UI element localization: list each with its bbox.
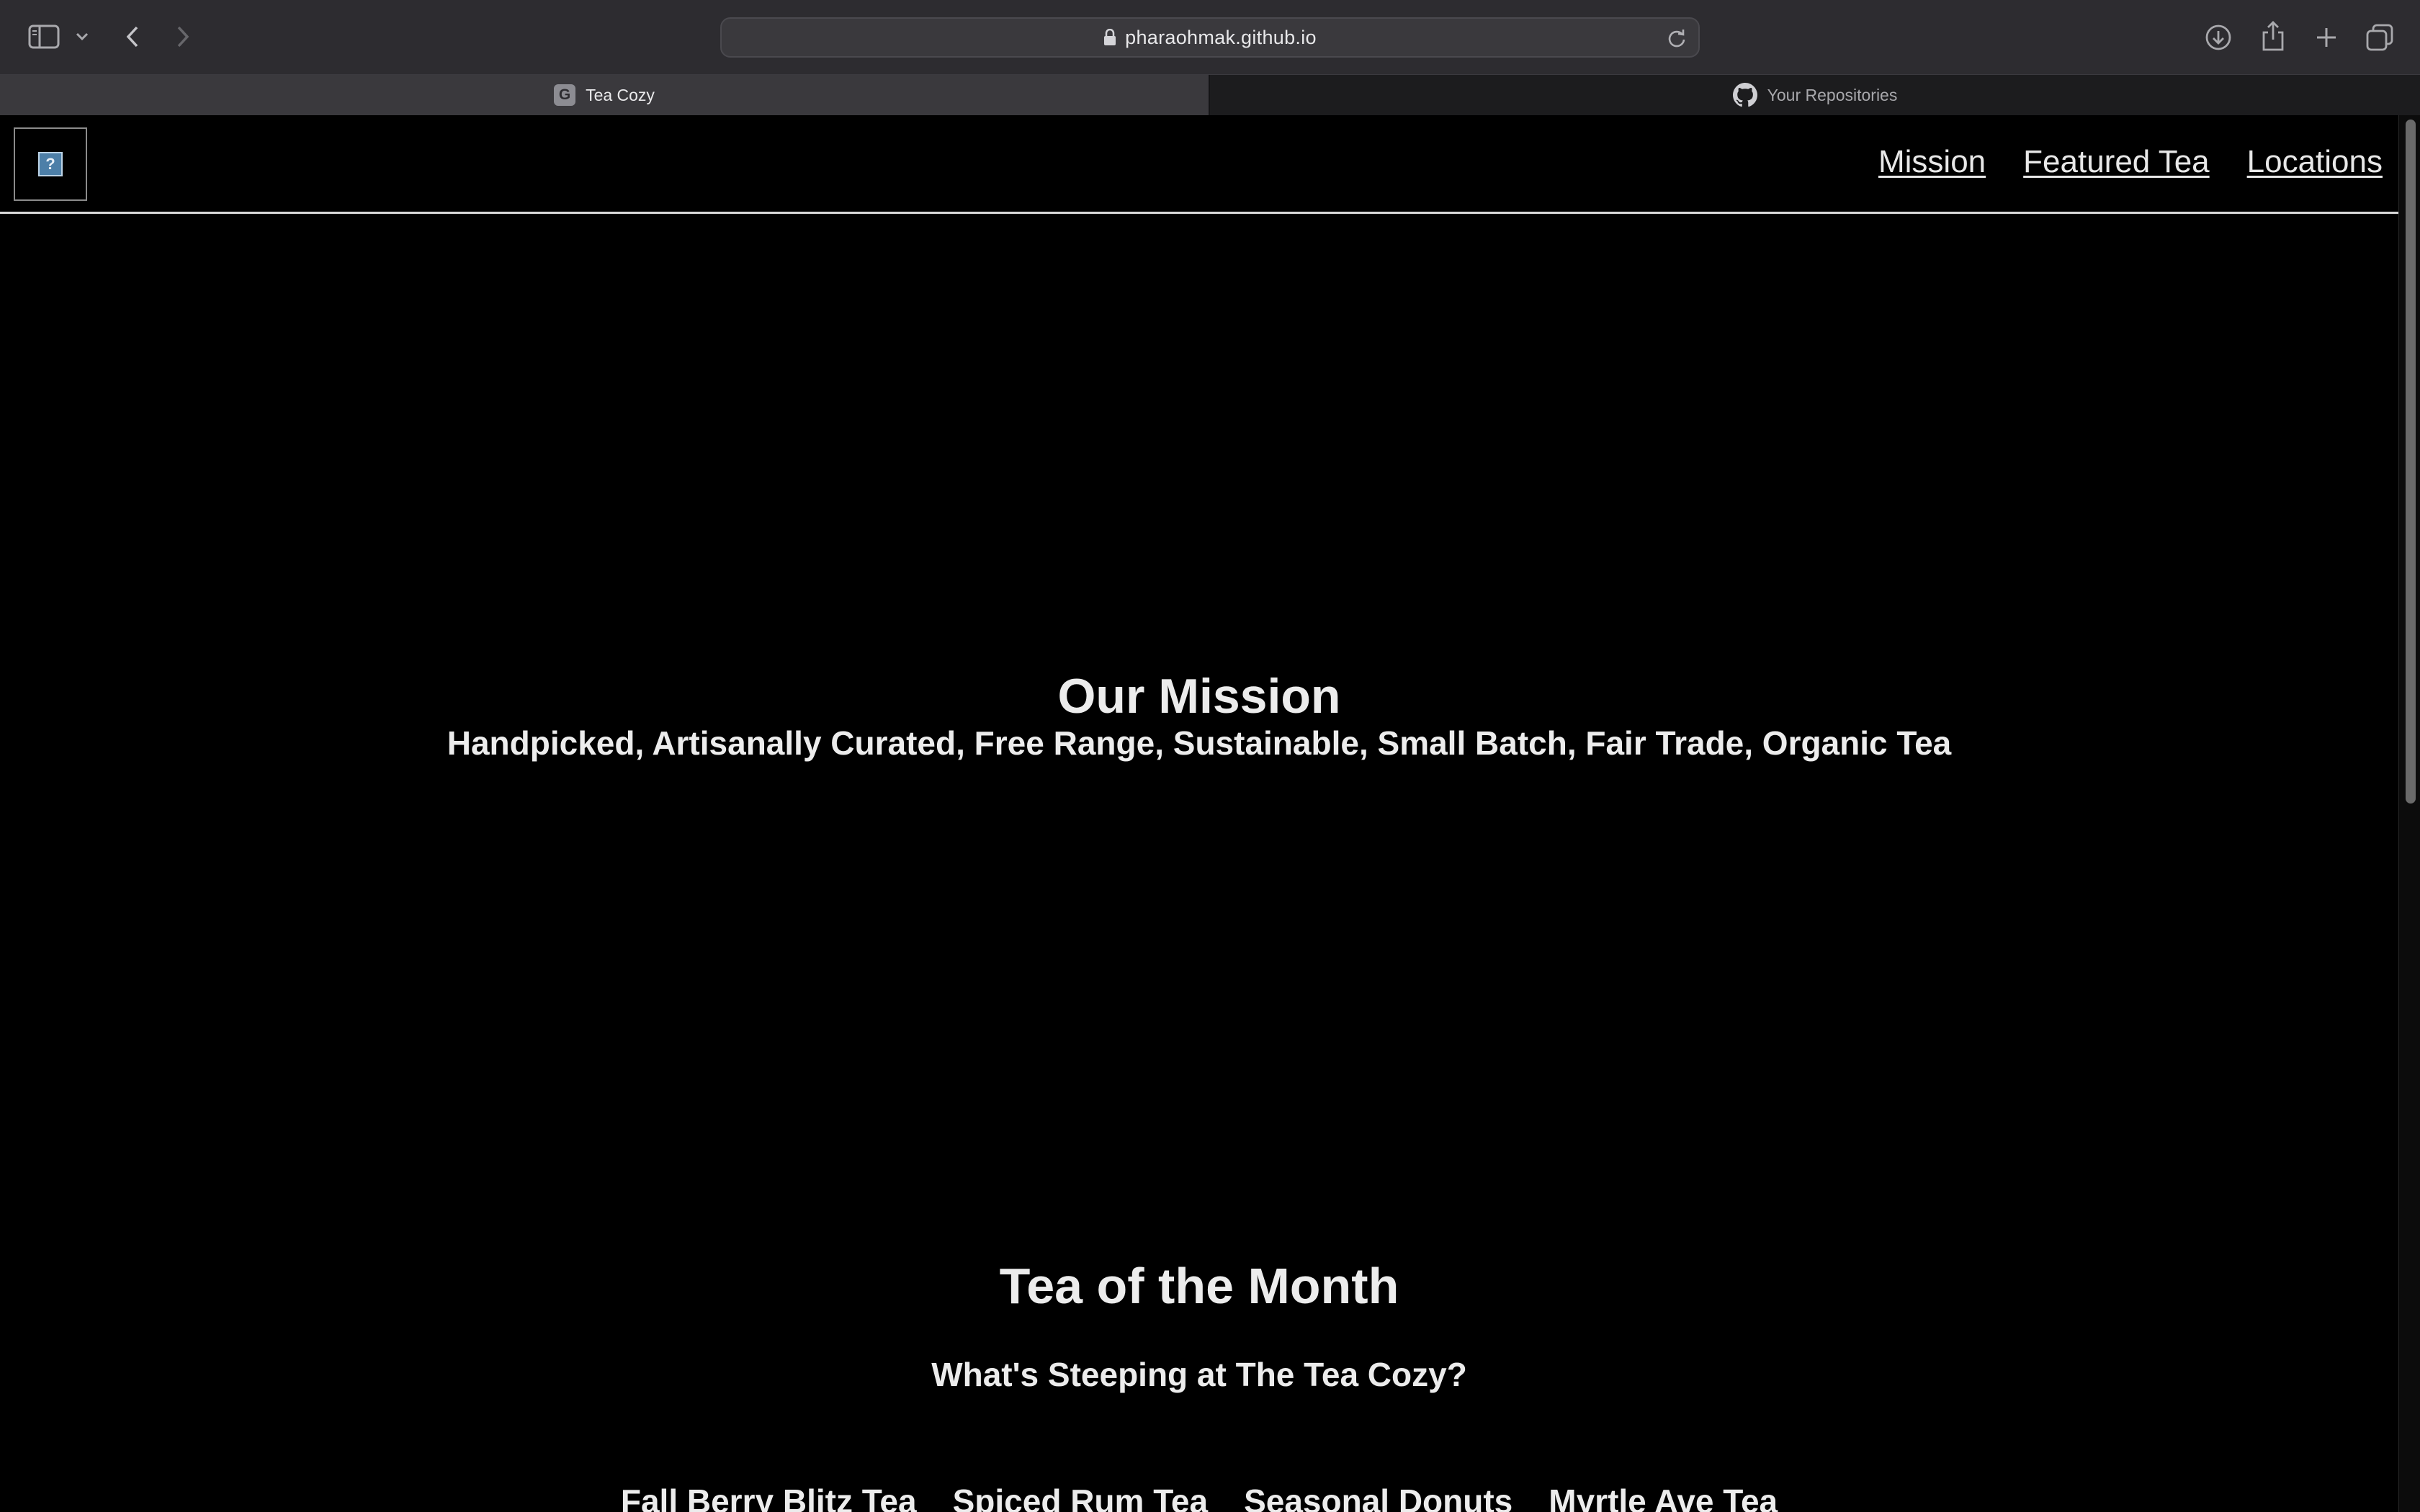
tea-list: Fall Berry Blitz Tea Spiced Rum Tea Seas… [0,1482,2398,1512]
nav-link-mission[interactable]: Mission [1878,144,1986,180]
url-text: pharaohmak.github.io [1125,26,1317,48]
github-icon [1732,83,1757,107]
browser-toolbar: pharaohmak.github.io [0,0,2420,74]
chevron-down-icon[interactable] [72,26,92,48]
tea-item: Spiced Rum Tea [952,1482,1209,1512]
mission-subtitle: Handpicked, Artisanally Curated, Free Ra… [447,724,1952,762]
tea-of-month-subtitle: What's Steeping at The Tea Cozy? [931,1356,1467,1393]
tabs-icon[interactable] [2364,22,2396,53]
mission-title: Our Mission [1057,669,1341,724]
chevron-left-icon[interactable] [120,22,145,52]
lock-icon [1104,29,1116,45]
web-page: ? Mission Featured Tea Locations Our Mis… [0,115,2398,1512]
tea-item: Myrtle Ave Tea [1549,1482,1778,1512]
site-header: ? Mission Featured Tea Locations [0,115,2398,214]
chevron-right-icon[interactable] [170,22,196,52]
tea-item: Fall Berry Blitz Tea [620,1482,917,1512]
address-bar[interactable]: pharaohmak.github.io [720,17,1700,58]
tab-bar: G Tea Cozy Your Repositories [0,74,2420,115]
tea-of-month-title: Tea of the Month [999,1258,1399,1314]
sidebar-icon[interactable] [26,22,62,52]
tab-label: Your Repositories [1767,85,1898,104]
tab-tea-cozy[interactable]: G Tea Cozy [0,75,1209,115]
tea-item: Seasonal Donuts [1244,1482,1513,1512]
download-icon[interactable] [2202,22,2234,53]
nav-link-locations[interactable]: Locations [2247,144,2383,180]
vertical-scrollbar[interactable] [2398,115,2420,1512]
broken-image-icon: ? [38,152,63,176]
nav-link-featured-tea[interactable]: Featured Tea [2023,144,2209,180]
scrollbar-thumb[interactable] [2406,120,2416,804]
reload-icon[interactable] [1665,27,1688,50]
logo-image[interactable]: ? [14,127,87,201]
site-nav: Mission Featured Tea Locations [1878,144,2383,180]
tab-your-repositories[interactable]: Your Repositories [1210,75,2420,115]
tab-favicon: G [554,84,576,106]
tab-label: Tea Cozy [586,85,655,104]
plus-icon[interactable] [2311,22,2342,53]
share-icon[interactable] [2257,19,2289,53]
